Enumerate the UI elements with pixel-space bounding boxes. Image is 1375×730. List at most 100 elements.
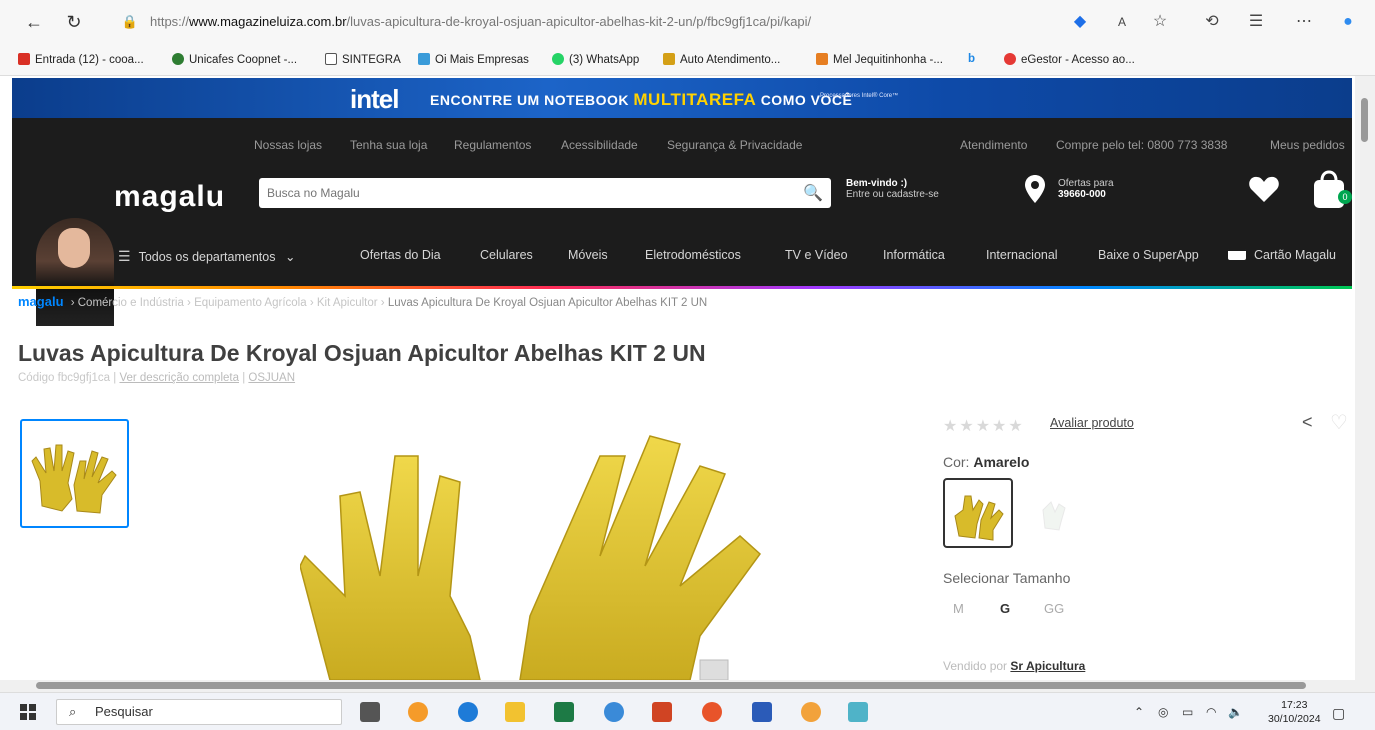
extensions-icon[interactable]: ⟲ (1200, 10, 1224, 34)
battery-icon[interactable]: ▭ (1182, 705, 1193, 719)
search-input[interactable] (259, 178, 779, 208)
breadcrumb-home[interactable]: magalu (18, 294, 64, 309)
site-icon (418, 53, 430, 65)
promo-banner[interactable]: intel ENCONTRE UM NOTEBOOK MULTITAREFA C… (12, 78, 1352, 118)
scrollbar-thumb[interactable] (36, 682, 1306, 689)
back-icon[interactable]: ← (22, 10, 46, 34)
menu-item[interactable]: Celulares (480, 248, 533, 262)
bookmark-label: Auto Atendimento... (680, 54, 781, 66)
brand-link[interactable]: OSJUAN (248, 372, 295, 384)
bookmark-item[interactable]: Mel Jequitinhonha -... (816, 53, 943, 66)
bookmark-item[interactable]: b (968, 53, 975, 65)
favorites-icon[interactable]: ☰ (1244, 10, 1268, 34)
breadcrumb-current: Luvas Apicultura De Kroyal Osjuan Apicul… (387, 297, 708, 309)
firefox-icon[interactable] (702, 702, 722, 722)
top-link[interactable]: Segurança & Privacidade (667, 138, 802, 152)
edge-icon[interactable] (458, 702, 478, 722)
more-icon[interactable]: ⋯ (1292, 10, 1316, 34)
tray-app-icon[interactable]: ◎ (1158, 705, 1168, 719)
address-bar[interactable]: https://www.magazineluiza.com.br/luvas-a… (150, 8, 1050, 36)
vertical-scrollbar[interactable] (1355, 76, 1375, 680)
top-link[interactable]: Acessibilidade (561, 138, 638, 152)
promo-text-b: MULTITAREFA (633, 90, 757, 109)
copilot-icon[interactable]: ● (1336, 10, 1360, 34)
menu-item[interactable]: Informática (883, 248, 945, 262)
scrollbar-thumb[interactable] (1361, 98, 1368, 142)
hamburger-icon: ☰ (118, 248, 131, 264)
horizontal-scrollbar[interactable] (0, 680, 1375, 692)
product-main-image[interactable] (299, 416, 780, 680)
menu-item[interactable]: Baixe o SuperApp (1098, 248, 1199, 262)
taskbar-clock[interactable]: 17:23 30/10/2024 (1268, 698, 1321, 726)
menu-all-departments[interactable]: ☰ Todos os departamentos ⌄ (118, 248, 295, 265)
bookmark-item[interactable]: Oi Mais Empresas (418, 53, 529, 66)
reload-icon[interactable]: ↻ (62, 10, 86, 34)
location-pin-icon[interactable] (1024, 174, 1046, 204)
top-link[interactable]: Meus pedidos (1270, 138, 1345, 152)
size-option-g[interactable]: G (1000, 601, 1010, 616)
product-meta: Código fbc9gfj1ca | Ver descrição comple… (18, 372, 296, 384)
read-aloud-icon[interactable]: A (1110, 10, 1134, 34)
taskbar-search[interactable]: ⌕ Pesquisar (56, 699, 342, 725)
widgets-icon[interactable] (408, 702, 428, 722)
menu-item[interactable]: Móveis (568, 248, 608, 262)
breadcrumb-item[interactable]: Kit Apicultor (317, 297, 378, 309)
description-link[interactable]: Ver descrição completa (119, 372, 239, 384)
seller-link[interactable]: Sr Apicultura (1010, 659, 1085, 673)
breadcrumb: magalu › Comércio e Indústria › Equipame… (18, 294, 708, 309)
lu-avatar (36, 218, 114, 326)
color-option-white[interactable] (1025, 478, 1095, 548)
top-link[interactable]: Compre pelo tel: 0800 773 3838 (1056, 138, 1227, 152)
notifications-icon[interactable]: ▢ (1332, 705, 1345, 722)
wishlist-heart-icon[interactable] (1248, 174, 1280, 204)
app-icon[interactable] (801, 702, 821, 722)
bookmark-item[interactable]: SINTEGRA (325, 53, 401, 66)
breadcrumb-item[interactable]: Equipamento Agrícola (194, 297, 307, 309)
lock-icon[interactable]: 🔒 (118, 10, 142, 34)
powerpoint-icon[interactable] (652, 702, 672, 722)
tray-chevron-icon[interactable]: ⌃ (1134, 705, 1144, 719)
menu-item[interactable]: Eletrodomésticos (645, 248, 741, 262)
top-link[interactable]: Tenha sua loja (350, 138, 427, 152)
search-icon[interactable]: 🔍 (803, 183, 823, 203)
volume-icon[interactable]: 🔈 (1228, 705, 1243, 719)
top-link[interactable]: Regulamentos (454, 138, 531, 152)
breadcrumb-item[interactable]: Comércio e Indústria (78, 297, 184, 309)
rate-product-link[interactable]: Avaliar produto (1050, 416, 1134, 430)
tag-icon[interactable]: ◆ (1068, 10, 1092, 34)
promo-brand: intel (350, 84, 399, 114)
share-icon[interactable]: < (1302, 412, 1313, 433)
excel-icon[interactable] (554, 702, 574, 722)
top-link[interactable]: Atendimento (960, 138, 1027, 152)
clock-time: 17:23 (1281, 699, 1308, 711)
size-option-gg[interactable]: GG (1044, 601, 1064, 616)
bookmark-item[interactable]: Unicafes Coopnet -... (172, 53, 297, 66)
word-icon[interactable] (752, 702, 772, 722)
account-link[interactable]: Bem-vindo :) Entre ou cadastre-se (846, 178, 939, 200)
wifi-icon[interactable]: ◠ (1206, 705, 1216, 719)
color-option-yellow[interactable] (943, 478, 1013, 548)
menu-card[interactable]: Cartão Magalu (1228, 248, 1336, 262)
bookmark-item[interactable]: Entrada (12) - cooa... (18, 53, 144, 66)
cart-icon[interactable]: 0 (1310, 170, 1352, 210)
photos-icon[interactable] (848, 702, 868, 722)
search-box[interactable]: 🔍 (259, 178, 831, 208)
task-view-icon[interactable] (360, 702, 380, 722)
bookmark-item[interactable]: (3) WhatsApp (552, 53, 639, 66)
offers-location[interactable]: Ofertas para 39660-000 (1058, 178, 1114, 200)
menu-item[interactable]: Ofertas do Dia (360, 248, 441, 262)
windows-start-icon[interactable] (20, 704, 36, 720)
favorite-star-icon[interactable]: ☆ (1148, 10, 1172, 34)
bookmark-item[interactable]: eGestor - Acesso ao... (1004, 53, 1135, 66)
file-explorer-icon[interactable] (505, 702, 525, 722)
bookmark-item[interactable]: Auto Atendimento... (663, 53, 780, 66)
magalu-logo[interactable]: magalu (114, 180, 225, 214)
menu-item[interactable]: TV e Vídeo (785, 248, 848, 262)
chrome-icon[interactable] (604, 702, 624, 722)
favorite-heart-icon[interactable]: ♡ (1330, 410, 1348, 435)
top-link[interactable]: Nossas lojas (254, 138, 322, 152)
menu-item[interactable]: Internacional (986, 248, 1058, 262)
product-thumbnail[interactable] (20, 419, 129, 528)
size-option-m[interactable]: M (953, 601, 964, 616)
cart-count: 0 (1338, 190, 1352, 204)
